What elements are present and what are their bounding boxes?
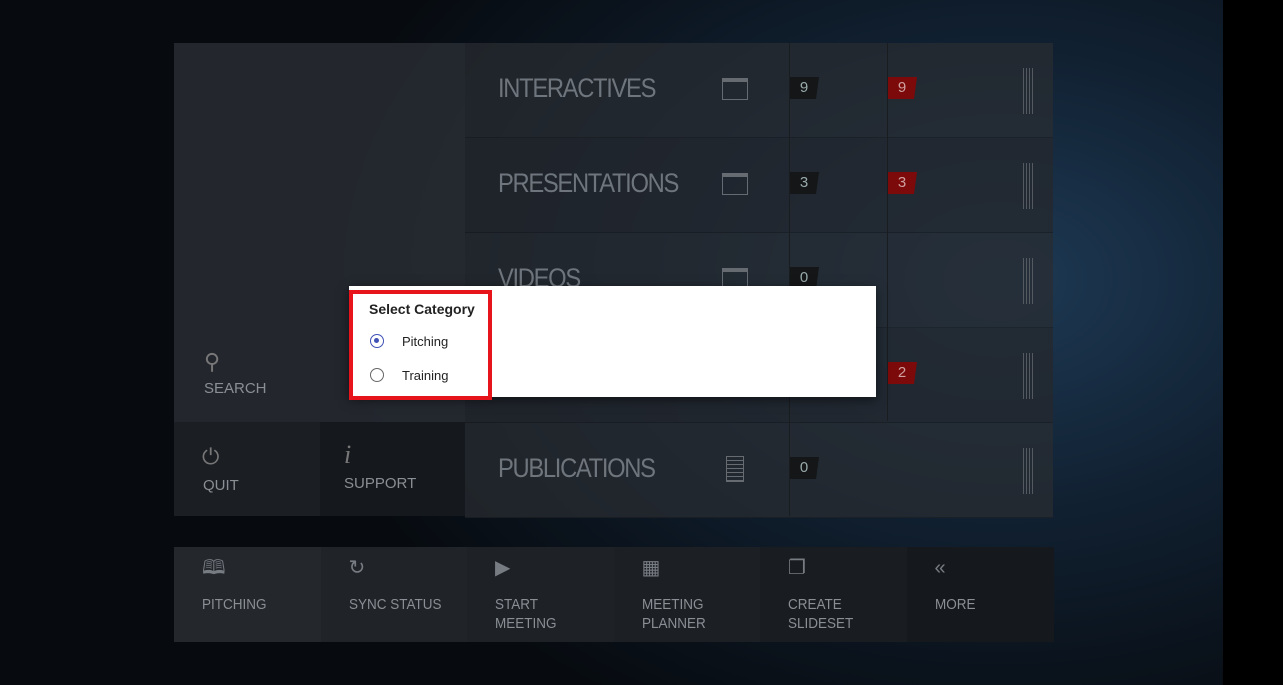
option-pitching-label[interactable]: Pitching <box>402 334 448 349</box>
category-label: PUBLICATIONS <box>498 453 656 483</box>
search-label: SEARCH <box>204 380 267 397</box>
radio-training[interactable] <box>370 368 384 382</box>
support-button[interactable]: i SUPPORT <box>320 422 465 516</box>
new-count-badge: 9 <box>887 77 917 99</box>
bottom-button-label: MEETING PLANNER <box>641 596 706 632</box>
bottom-button-meeting-planner[interactable]: ▦ MEETING PLANNER <box>613 547 761 642</box>
drag-handle[interactable] <box>1023 448 1035 494</box>
option-training-label[interactable]: Training <box>402 368 448 383</box>
bottom-button-more[interactable]: « MORE <box>906 547 1054 642</box>
bottom-button-label: CREATE SLIDESET <box>788 596 854 632</box>
support-label: SUPPORT <box>344 475 417 492</box>
play-icon: ▶ <box>495 557 511 579</box>
drag-handle[interactable] <box>1023 353 1035 399</box>
category-row[interactable]: PRESENTATIONS 3 3 <box>465 138 1053 233</box>
bottom-button-pitching[interactable]: 🕮 PITCHING <box>174 547 321 642</box>
count-badge: 3 <box>789 172 819 194</box>
drag-handle[interactable] <box>1023 258 1035 304</box>
quit-button[interactable]: ⏻ QUIT <box>174 422 320 516</box>
info-icon: i <box>344 440 352 469</box>
count-badge: 9 <box>789 77 819 99</box>
folder-icon <box>722 173 748 195</box>
document-icon <box>726 456 744 482</box>
bottom-button-sync-status[interactable]: ↻ SYNC STATUS <box>320 547 468 642</box>
bottom-button-create-slideset[interactable]: ❐ CREATE SLIDESET <box>760 547 907 642</box>
dialog-title: Select Category <box>369 301 475 317</box>
category-row[interactable]: INTERACTIVES 9 9 <box>465 43 1053 138</box>
radio-pitching[interactable] <box>370 334 384 348</box>
new-count-badge: 3 <box>887 172 917 194</box>
left-panel <box>174 43 465 327</box>
divider <box>887 43 888 421</box>
new-count-badge: 2 <box>887 362 917 384</box>
grid-icon: ▦ <box>641 557 661 579</box>
sync-icon: ↻ <box>348 557 366 579</box>
book-icon: 🕮 <box>202 557 226 579</box>
bottom-button-start-meeting[interactable]: ▶ START MEETING <box>467 547 614 642</box>
drag-handle[interactable] <box>1023 163 1035 209</box>
power-icon: ⏻ <box>202 444 220 469</box>
quit-label: QUIT <box>203 477 239 494</box>
double-chevron-left-icon: « <box>934 557 946 579</box>
bottom-button-label: START MEETING <box>495 596 557 632</box>
category-row[interactable]: PUBLICATIONS 0 <box>465 423 1053 518</box>
bottom-button-label: SYNC STATUS <box>348 596 442 613</box>
divider <box>789 43 790 516</box>
bottom-button-label: PITCHING <box>202 596 267 613</box>
folder-icon <box>722 78 748 100</box>
category-label: INTERACTIVES <box>498 73 656 103</box>
bottom-button-label: MORE <box>934 596 976 613</box>
drag-handle[interactable] <box>1023 68 1035 114</box>
count-badge: 0 <box>789 457 819 479</box>
copy-icon: ❐ <box>788 557 806 579</box>
category-label: PRESENTATIONS <box>498 168 679 198</box>
search-icon: ⚲ <box>204 349 221 374</box>
